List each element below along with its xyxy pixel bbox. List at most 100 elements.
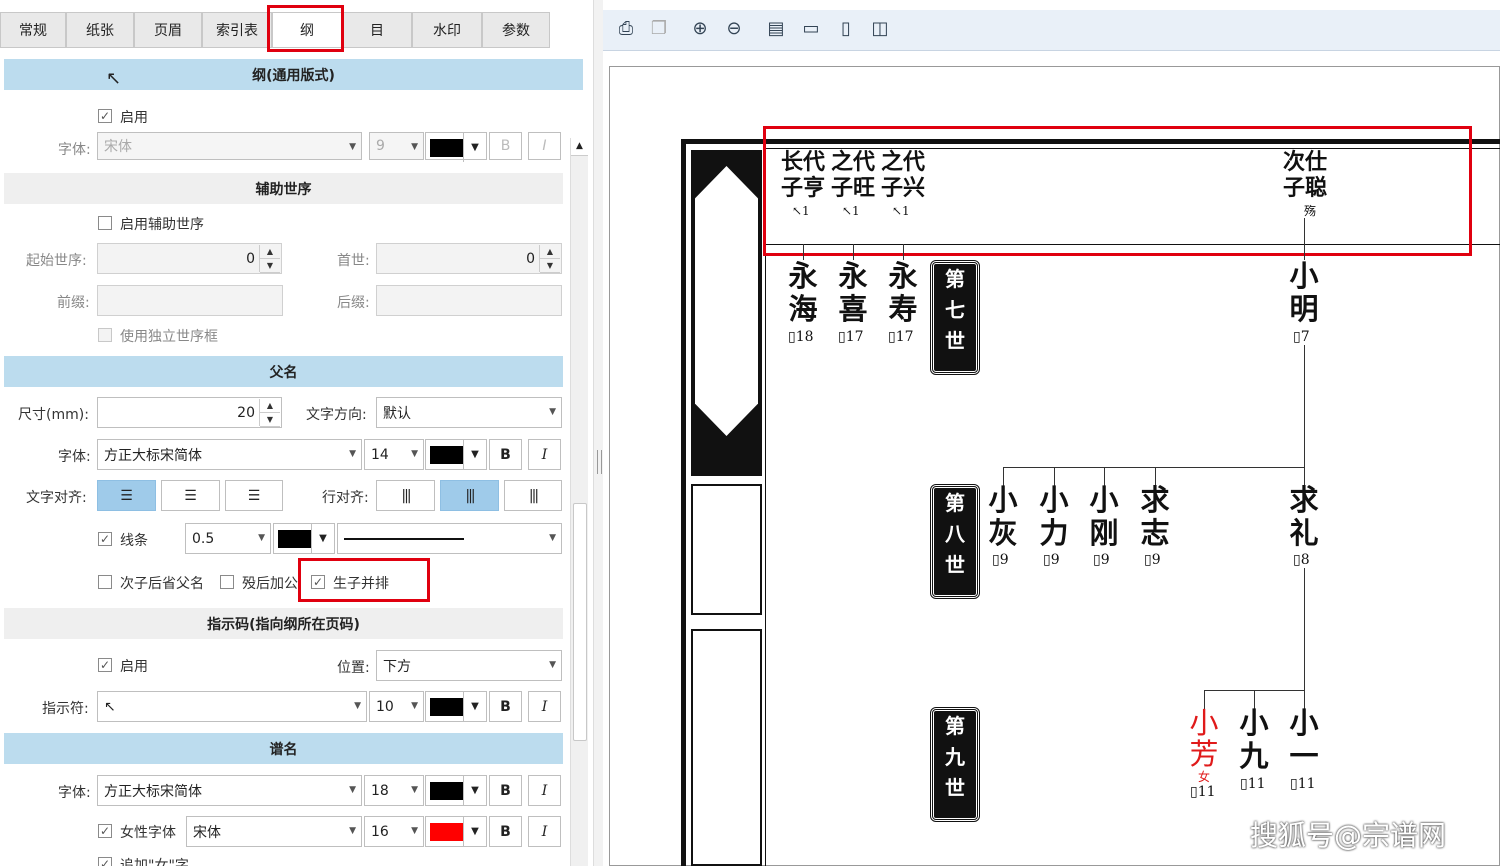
align-center-button[interactable]: ☰ xyxy=(161,480,220,511)
father-line-style-select[interactable]: ▼ xyxy=(337,523,562,554)
pu-female-color-picker[interactable]: ▼ xyxy=(425,816,487,847)
pu-color-picker[interactable]: ▼ xyxy=(425,775,487,806)
cursor-icon: ↖ xyxy=(106,68,122,89)
gang-enable-label: 启用 xyxy=(120,110,148,126)
pu-female-italic-button[interactable]: I xyxy=(528,816,561,847)
index-enable-checkbox[interactable]: ✓ xyxy=(98,658,112,672)
person-g8-2-page: ▯9 xyxy=(1043,552,1060,568)
index-italic-button[interactable]: I xyxy=(528,691,561,722)
index-char-select[interactable]: ↖ ▼ xyxy=(97,691,367,722)
opt-omit-father-checkbox[interactable] xyxy=(98,575,112,589)
zoom-in-icon[interactable]: ⊕ xyxy=(687,16,713,42)
person-g9-2-char1: 小 xyxy=(1239,706,1269,740)
aux-start-input[interactable]: 0 ▲ ▼ xyxy=(97,243,282,274)
father-size-input[interactable]: 20 ▲ ▼ xyxy=(97,397,282,428)
father-line-checkbox[interactable]: ✓ xyxy=(98,532,112,546)
father-color-picker[interactable]: ▼ xyxy=(425,439,487,470)
gang-font-select[interactable]: 宋体 ▼ xyxy=(97,132,362,160)
aux-first-input[interactable]: 0 ▲ ▼ xyxy=(376,243,562,274)
pu-female-checkbox[interactable]: ✓ xyxy=(98,824,112,838)
father-font-label: 字体: xyxy=(58,449,91,465)
aux-suffix-input[interactable] xyxy=(376,285,562,316)
father-font-select[interactable]: 方正大标宋简体 ▼ xyxy=(97,439,362,470)
tab-header[interactable]: 页眉 xyxy=(134,12,202,48)
tab-paper[interactable]: 纸张 xyxy=(66,12,134,48)
father-line-width-select[interactable]: 0.5 ▼ xyxy=(185,523,271,554)
tab-general[interactable]: 常规 xyxy=(0,12,66,48)
pu-italic-button[interactable]: I xyxy=(528,775,561,806)
person-g9-3-char2: 一 xyxy=(1289,739,1319,773)
pu-size-select[interactable]: 18 ▼ xyxy=(364,775,424,806)
top-name-2-marker: ↖1 xyxy=(842,204,860,218)
align-center-icon: ☰ xyxy=(184,487,197,504)
top-name-3-line2: 子兴 xyxy=(880,175,925,201)
gang-bold-button[interactable]: B xyxy=(489,132,522,160)
pu-female-bold-button[interactable]: B xyxy=(489,816,522,847)
splitter[interactable] xyxy=(593,0,603,866)
father-italic-button[interactable]: I xyxy=(528,439,561,470)
aux-prefix-input[interactable] xyxy=(97,285,283,316)
father-line-label: 线条 xyxy=(120,533,148,549)
section-father-header: 父名 xyxy=(4,356,563,387)
row-align-top-button[interactable]: ||| xyxy=(376,480,435,511)
index-size-select[interactable]: 10 ▼ xyxy=(369,691,424,722)
index-color-picker[interactable]: ▼ xyxy=(425,691,487,722)
opt-sons-side-by-side-checkbox[interactable]: ✓ xyxy=(311,575,325,589)
person-g8-3-char1: 小 xyxy=(1089,483,1119,517)
tab-gang[interactable]: 纲 xyxy=(272,12,342,48)
tab-watermark[interactable]: 水印 xyxy=(412,12,482,48)
zoom-out-icon[interactable]: ⊖ xyxy=(721,16,747,42)
gang-size-select[interactable]: 9 ▼ xyxy=(369,132,424,160)
page-width-icon[interactable]: ▭ xyxy=(798,16,824,42)
aux-independent-checkbox[interactable] xyxy=(98,328,112,342)
two-page-icon[interactable]: ◫ xyxy=(867,16,893,42)
father-fontsize-select[interactable]: 14 ▼ xyxy=(364,439,424,470)
opt-omit-father-label: 次子后省父名 xyxy=(120,576,204,592)
pu-font-label: 字体: xyxy=(58,785,91,801)
opt-add-gong-checkbox[interactable] xyxy=(220,575,234,589)
person-g7-4-page: ▯7 xyxy=(1293,329,1310,345)
settings-panel: 常规 纸张 页眉 索引表 纲 目 水印 参数 纲(通用版式) ↖ ✓ 启用 字体… xyxy=(0,0,593,866)
pu-female-font-select[interactable]: 宋体 ▼ xyxy=(186,816,362,847)
align-right-icon: ☰ xyxy=(247,487,261,504)
person-g8-5-page: ▯8 xyxy=(1293,552,1310,568)
single-page-icon[interactable]: ▯ xyxy=(833,16,859,42)
gang-color-picker[interactable]: ▼ xyxy=(425,132,487,162)
tab-params[interactable]: 参数 xyxy=(482,12,550,48)
person-g8-4-char1: 求 xyxy=(1140,483,1170,517)
index-bold-button[interactable]: B xyxy=(489,691,522,722)
tab-catalog[interactable]: 目 xyxy=(342,12,412,48)
pu-bold-button[interactable]: B xyxy=(489,775,522,806)
father-bold-button[interactable]: B xyxy=(489,439,522,470)
pu-font-select[interactable]: 方正大标宋简体 ▼ xyxy=(97,775,362,806)
index-pos-label: 位置: xyxy=(337,660,370,676)
aux-start-label: 起始世序: xyxy=(26,253,87,269)
father-dir-select[interactable]: 默认 ▼ xyxy=(376,397,562,428)
pu-extra-checkbox[interactable]: ✓ xyxy=(98,857,112,866)
father-row-align-label: 行对齐: xyxy=(322,490,369,506)
aux-suffix-label: 后缀: xyxy=(337,295,370,311)
pu-female-size-select[interactable]: 16 ▼ xyxy=(364,816,424,847)
scrollbar-thumb[interactable] xyxy=(573,503,587,741)
spine-box-3 xyxy=(691,629,762,866)
align-left-button[interactable]: ☰ xyxy=(97,480,156,511)
page-view-icon[interactable]: ▤ xyxy=(763,16,789,42)
person-g7-3-char1: 永 xyxy=(888,259,918,293)
watermark-text: 搜狐号@宗谱网 xyxy=(1250,819,1447,852)
row-align-bottom-button[interactable]: ||| xyxy=(504,480,562,511)
top-name-4-line1: 次仕 xyxy=(1282,149,1327,175)
row-align-middle-button[interactable]: ||| xyxy=(440,480,499,511)
index-pos-select[interactable]: 下方 ▼ xyxy=(376,650,562,681)
tab-index-table[interactable]: 索引表 xyxy=(202,12,272,48)
aux-enable-checkbox[interactable] xyxy=(98,216,112,230)
index-char-label: 指示符: xyxy=(42,701,89,717)
copy-icon[interactable]: ❐ xyxy=(646,16,672,42)
settings-scrollbar[interactable]: ▲ xyxy=(570,138,588,866)
gang-italic-button[interactable]: I xyxy=(528,132,561,160)
gang-enable-checkbox[interactable]: ✓ xyxy=(98,109,112,123)
spine-box xyxy=(691,150,762,476)
father-line-color-picker[interactable]: ▼ xyxy=(273,523,335,554)
align-right-button[interactable]: ☰ xyxy=(225,480,283,511)
print-icon[interactable]: ⎙ xyxy=(613,16,639,42)
person-g9-3-char1: 小 xyxy=(1289,706,1319,740)
